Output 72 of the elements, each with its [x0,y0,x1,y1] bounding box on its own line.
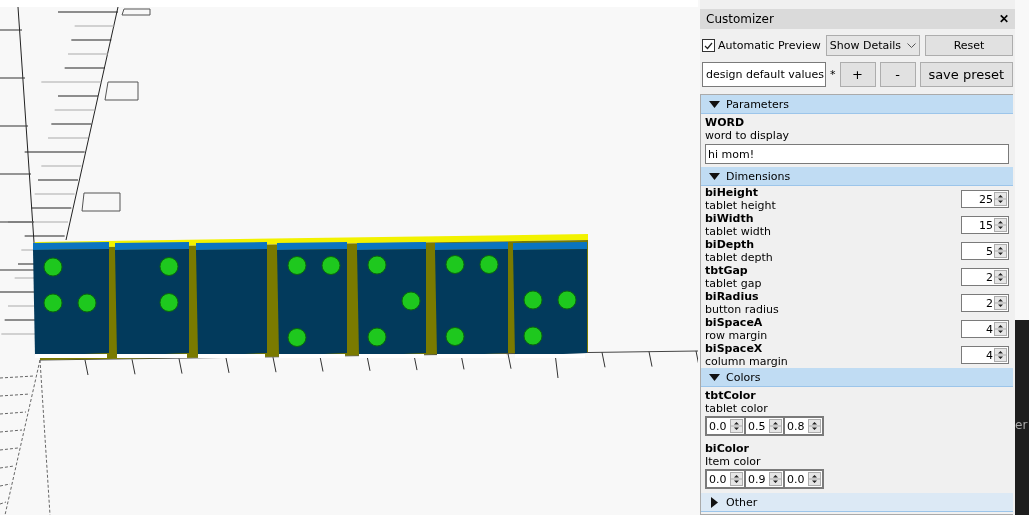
spin-arrows-icon[interactable] [769,419,782,433]
section-title: Dimensions [726,169,791,183]
triangle-down-icon [709,98,720,110]
number-spinbox[interactable]: 25 [961,190,1009,208]
parameter-name: WORD [705,116,746,129]
details-dropdown[interactable]: Show Details [825,35,920,56]
section-header[interactable]: Colors [701,368,1013,387]
number-spinbox[interactable]: 2 [961,268,1009,286]
parameter-name: tbtGap [705,264,749,277]
add-preset-button[interactable]: + [839,62,876,87]
parameter-name: biColor [705,442,751,455]
parameter-description: tablet color [705,402,769,415]
section-title: Colors [726,370,761,384]
preset-dropdown[interactable]: design default values [702,62,826,87]
checkmark-icon [704,41,713,50]
parameter-description: row margin [705,329,768,342]
spin-arrows-icon[interactable] [994,192,1007,206]
number-spinbox[interactable]: 0.5 [745,417,784,435]
parameter-name: biRadius [705,290,760,303]
spin-arrows-icon[interactable] [769,472,782,486]
section-title: Other [726,495,758,509]
section-title: Parameters [726,97,789,111]
reset-button[interactable]: Reset [925,35,1013,56]
spin-arrows-icon[interactable] [730,472,743,486]
number-spinbox[interactable]: 4 [961,346,1009,364]
number-spinbox[interactable]: 5 [961,242,1009,260]
panel-title: Customizer [706,12,774,26]
save-preset-button[interactable]: save preset [919,62,1013,87]
number-spinbox[interactable]: 0.0 [706,417,745,435]
number-spinbox[interactable]: 0.9 [745,470,784,488]
chevron-down-icon [907,43,916,48]
spin-arrows-icon[interactable] [994,322,1007,336]
spin-arrows-icon[interactable] [994,244,1007,258]
spin-arrows-icon[interactable] [994,218,1007,232]
section-header[interactable]: Parameters [701,95,1013,114]
background-window-text: er [1015,418,1028,432]
automatic-preview-checkbox[interactable]: Automatic Preview [702,39,821,52]
parameter-description: tablet gap [705,277,762,290]
triangle-down-icon [709,371,720,383]
parameter-name: biSpaceX [705,342,764,355]
spin-arrows-icon[interactable] [994,296,1007,310]
number-spinbox[interactable]: 0.0 [784,470,823,488]
parameter-description: button radius [705,303,779,316]
number-spinbox[interactable]: 0.0 [706,470,745,488]
section-header[interactable]: Other [701,493,1013,512]
parameter-name: biWidth [705,212,755,225]
spin-arrows-icon[interactable] [730,419,743,433]
number-spinbox[interactable]: 0.8 [784,417,823,435]
parameter-name: biHeight [705,186,760,199]
text-field[interactable]: hi mom! [705,144,1009,164]
triangle-down-icon [709,170,720,182]
spin-arrows-icon[interactable] [994,270,1007,284]
spin-arrows-icon[interactable] [808,419,821,433]
close-button[interactable]: ✕ [999,12,1009,26]
parameter-name: biDepth [705,238,756,251]
parameter-description: Item color [705,455,762,468]
parameter-description: tablet height [705,199,776,212]
parameter-name: tbtColor [705,389,757,402]
number-spinbox[interactable]: 2 [961,294,1009,312]
parameter-description: word to display [705,129,791,142]
remove-preset-button[interactable]: - [879,62,916,87]
parameter-description: tablet depth [705,251,773,264]
number-spinbox[interactable]: 4 [961,320,1009,338]
parameter-description: tablet width [705,225,771,238]
spin-arrows-icon[interactable] [994,348,1007,362]
section-header[interactable]: Dimensions [701,167,1013,186]
triangle-right-icon [709,496,720,508]
spin-arrows-icon[interactable] [808,472,821,486]
number-spinbox[interactable]: 15 [961,216,1009,234]
parameter-name: biSpaceA [705,316,764,329]
modified-mark: * [830,68,836,81]
parameter-description: column margin [705,355,788,368]
